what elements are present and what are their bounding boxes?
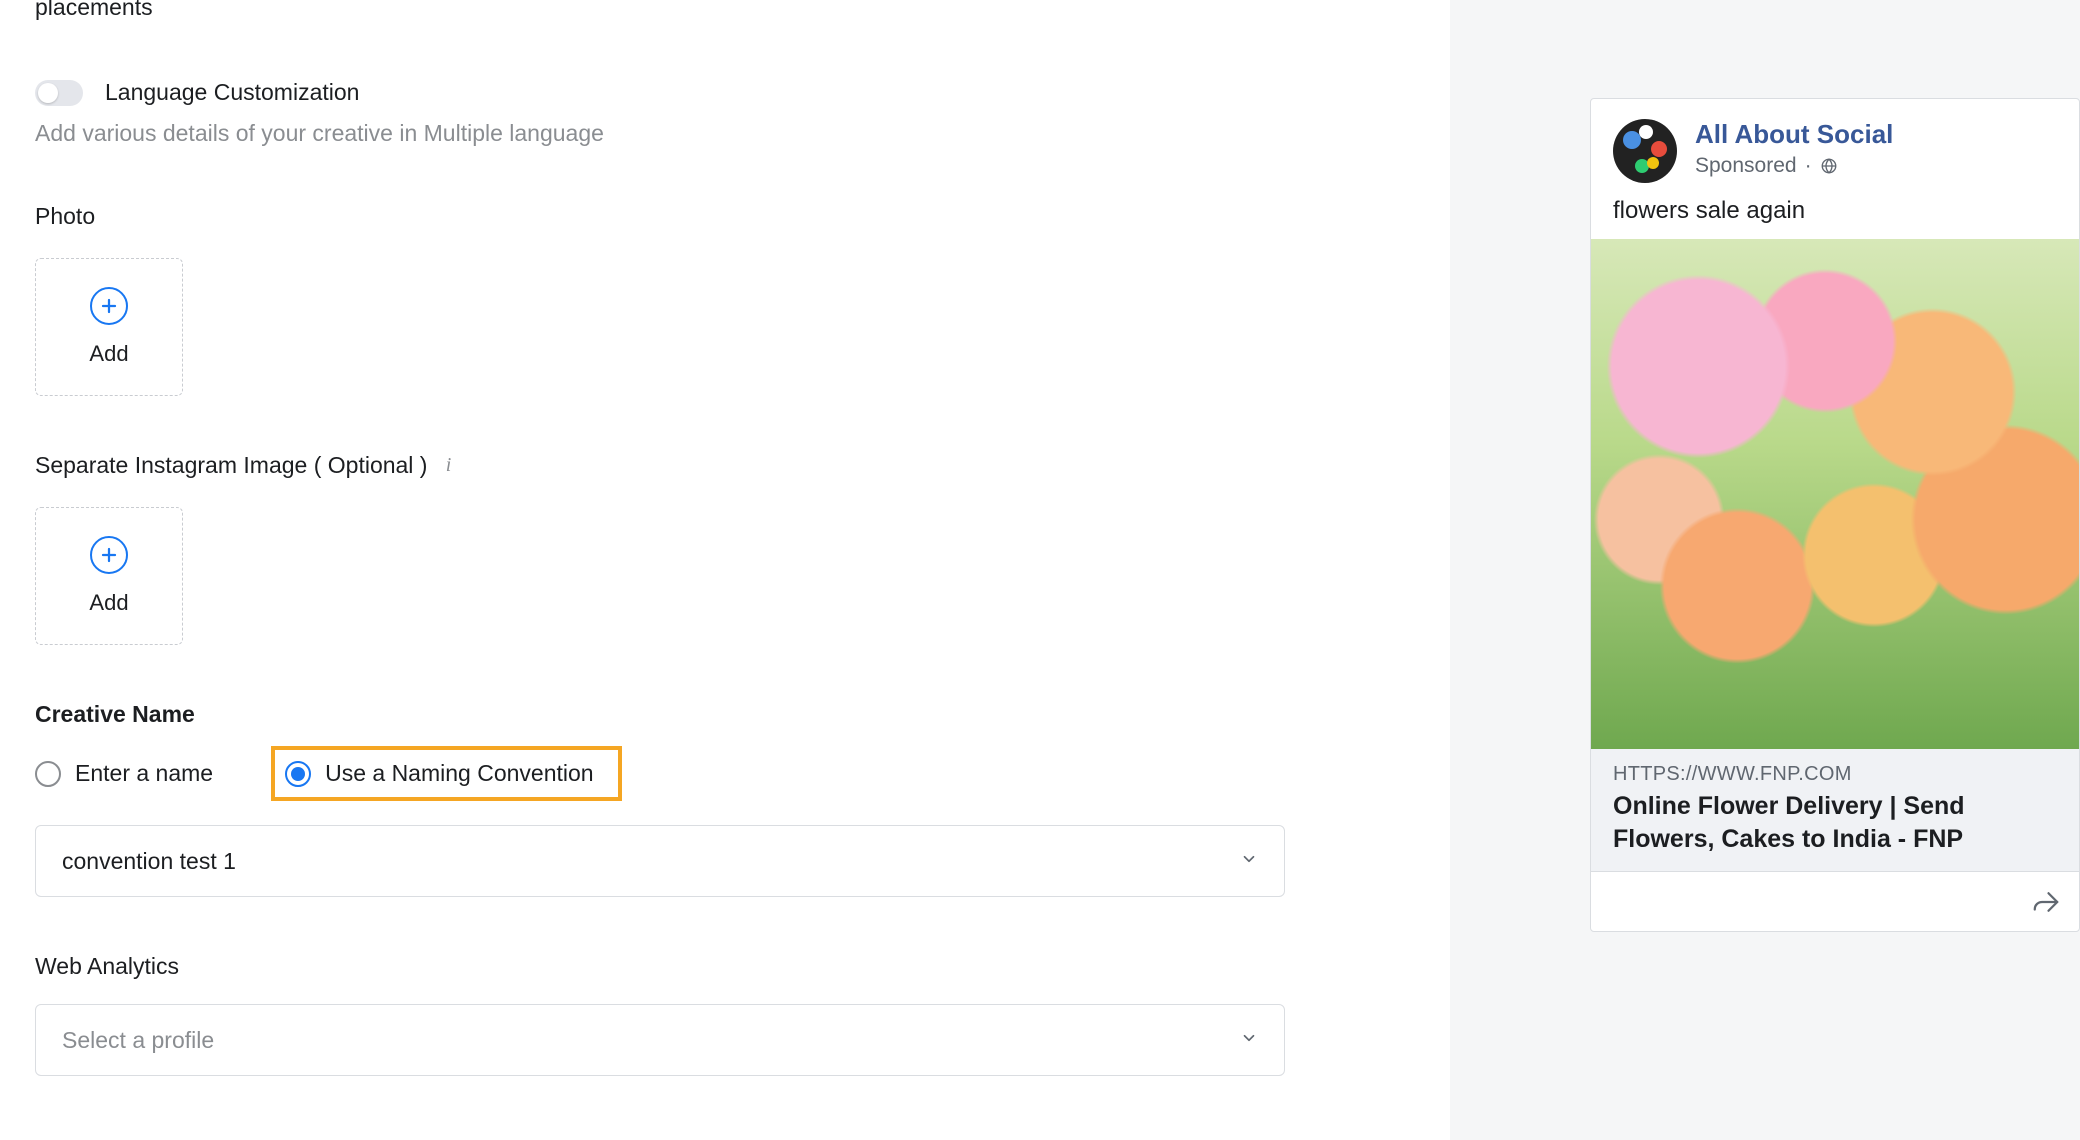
preview-page-name[interactable]: All About Social	[1695, 119, 1893, 150]
preview-link-box[interactable]: HTTPS://WWW.FNP.COM Online Flower Delive…	[1591, 749, 2079, 871]
truncated-text: placements	[35, 0, 1385, 21]
preview-sponsored-row: Sponsored ·	[1695, 154, 1893, 178]
language-customization-toggle[interactable]	[35, 80, 83, 106]
web-analytics-label: Web Analytics	[35, 953, 1385, 980]
preview-body-text: flowers sale again	[1591, 189, 2079, 239]
radio-icon	[35, 761, 61, 787]
radio-label-naming-convention: Use a Naming Convention	[325, 760, 593, 787]
info-icon[interactable]: i	[437, 455, 459, 477]
share-icon[interactable]	[2031, 887, 2061, 917]
photo-add-tile[interactable]: Add	[35, 258, 183, 396]
preview-link-title: Online Flower Delivery | Send Flowers, C…	[1613, 790, 2057, 855]
preview-link-domain: HTTPS://WWW.FNP.COM	[1613, 763, 2057, 786]
language-customization-helper: Add various details of your creative in …	[35, 120, 1385, 147]
plus-icon	[90, 287, 128, 325]
sponsored-label: Sponsored	[1695, 154, 1797, 178]
preview-image	[1591, 239, 2079, 749]
web-analytics-placeholder: Select a profile	[62, 1027, 214, 1054]
language-customization-label: Language Customization	[105, 79, 359, 106]
photo-label: Photo	[35, 203, 1385, 230]
preview-panel: All About Social Sponsored · flowers sal…	[1450, 0, 2080, 1140]
preview-footer	[1591, 871, 2079, 931]
plus-icon	[90, 536, 128, 574]
preview-meta: All About Social Sponsored ·	[1695, 119, 1893, 178]
language-customization-row: Language Customization	[35, 79, 1385, 106]
web-analytics-select[interactable]: Select a profile	[35, 1004, 1285, 1076]
globe-icon	[1820, 157, 1838, 175]
radio-icon	[285, 761, 311, 787]
naming-convention-value: convention test 1	[62, 848, 236, 875]
instagram-add-label: Add	[89, 590, 128, 616]
radio-label-enter-name: Enter a name	[75, 760, 213, 787]
creative-name-label: Creative Name	[35, 701, 1385, 728]
sponsored-dot: ·	[1805, 154, 1812, 178]
instagram-image-label: Separate Instagram Image ( Optional )	[35, 452, 427, 479]
radio-option-naming-convention[interactable]: Use a Naming Convention	[271, 746, 621, 801]
creative-name-radio-group: Enter a name Use a Naming Convention	[35, 746, 1385, 801]
photo-add-label: Add	[89, 341, 128, 367]
page-avatar	[1613, 119, 1677, 183]
form-column: placements Language Customization Add va…	[0, 0, 1420, 1076]
preview-header: All About Social Sponsored ·	[1591, 99, 2079, 189]
chevron-down-icon	[1240, 848, 1258, 874]
ad-preview-card: All About Social Sponsored · flowers sal…	[1590, 98, 2080, 932]
naming-convention-select[interactable]: convention test 1	[35, 825, 1285, 897]
instagram-add-tile[interactable]: Add	[35, 507, 183, 645]
chevron-down-icon	[1240, 1027, 1258, 1053]
instagram-image-label-row: Separate Instagram Image ( Optional ) i	[35, 452, 1385, 479]
radio-option-enter-name[interactable]: Enter a name	[35, 754, 227, 793]
